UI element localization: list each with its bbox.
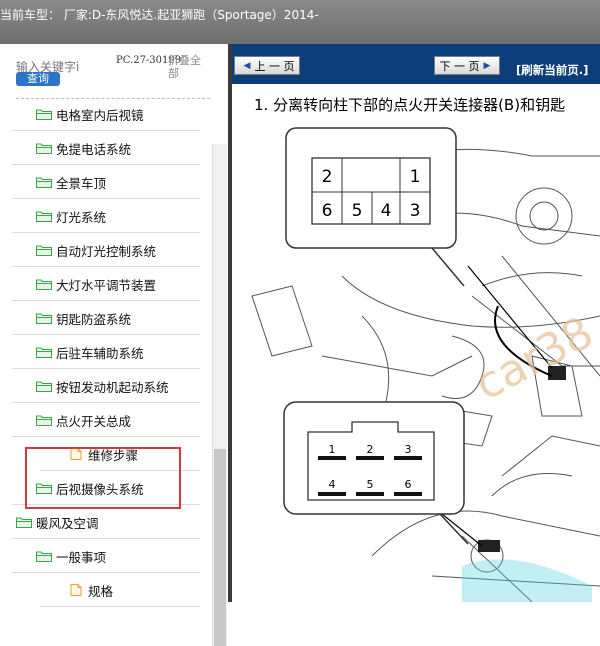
tree-item-label: 大灯水平调节装置 [56,277,157,293]
prev-page-button[interactable]: ◀ 上 一 页 [234,56,300,75]
folder-open-icon [36,245,52,256]
folder-open-icon [36,177,52,188]
search-button[interactable]: 查询 [16,72,60,86]
tree-item[interactable]: 钥匙防盗系统 [12,301,200,335]
folder-open-icon [36,347,52,358]
refresh-page-link[interactable]: [刷新当前页.] [516,62,588,78]
tree-item-label: 点火开关总成 [56,413,132,429]
folder-open-icon [36,313,52,324]
tree-item-label: 全景车顶 [56,175,107,191]
folder-open-icon [36,109,52,120]
tree-item-label: 自动灯光控制系统 [56,243,157,259]
tree-item-label: 一般事项 [56,549,107,565]
tree-item-label: 钥匙防盗系统 [56,311,132,327]
pin-label: 1 [410,167,421,187]
tree-item-label: 暖风及空调 [36,515,99,531]
pin-label: 4 [329,478,336,491]
diagram-figure: car38 2 1 6 5 4 3 1 2 3 4 5 6 [251,127,600,602]
pin-label: 3 [410,201,421,221]
watermark: car38 [467,307,600,411]
pin-label: 5 [367,478,374,491]
document-viewer: ◀ 上 一 页 下 一 页 ▶ [刷新当前页.] 1. 分离转向柱下部的点火开关连接… [232,44,600,602]
pin-label: 4 [381,201,392,221]
pin-label: 3 [405,443,412,456]
arrow-right-icon: ▶ [483,60,491,71]
folder-open-icon [36,415,52,426]
tree-item[interactable]: 暖风及空调 [12,505,200,539]
sidebar: 输入关键字i 查询 PC.27-30199 折叠全部 电格室内后视镜 免提电话系统… [0,44,229,646]
tree-item[interactable]: 电格室内后视镜 [12,97,200,131]
tree-item[interactable]: 按钮发动机起动系统 [12,369,200,403]
arrow-left-icon: ◀ [243,60,251,71]
collapse-all-button[interactable]: 折叠全部 [168,54,208,80]
tree-item[interactable]: 大灯水平调节装置 [12,267,200,301]
viewer-toolbar: ◀ 上 一 页 下 一 页 ▶ [刷新当前页.] [232,44,600,84]
divider [40,606,200,607]
pin-label: 6 [322,201,333,221]
pin-label: 2 [367,443,374,456]
tree-item[interactable]: 后驻车辅助系统 [12,335,200,369]
folder-open-icon [36,381,52,392]
pin-label: 1 [329,443,336,456]
pin-label: 6 [405,478,412,491]
tree-item-label: 按钮发动机起动系统 [56,379,169,395]
highlight-box [25,447,181,509]
tree-item[interactable]: 免提电话系统 [12,131,200,165]
page-icon [70,584,82,596]
folder-open-icon [36,279,52,290]
pin-label: 2 [322,167,333,187]
folder-open-icon [36,143,52,154]
next-page-button[interactable]: 下 一 页 ▶ [434,56,500,75]
scrollbar-thumb[interactable] [214,449,226,646]
folder-open-icon [36,211,52,222]
tree-item-label: 电格室内后视镜 [56,107,144,123]
tree-item[interactable]: 自动灯光控制系统 [12,233,200,267]
tree-item-label: 免提电话系统 [56,141,132,157]
step-text: 1. 分离转向柱下部的点火开关连接器(B)和钥匙 [254,96,566,114]
tree-item-label: 灯光系统 [56,209,107,225]
folder-open-icon [36,551,52,562]
tree-item-label: 后驻车辅助系统 [56,345,144,361]
tree-item[interactable]: 全景车顶 [12,165,200,199]
title-bar: 当前车型： 厂家:D-东风悦达.起亚狮跑（Sportage）2014- [0,0,600,44]
tree-item[interactable]: 一般事项 [12,539,200,573]
tree-item[interactable]: 点火开关总成 [12,403,200,437]
window-title: 当前车型： 厂家:D-东风悦达.起亚狮跑（Sportage）2014- [0,8,319,22]
tree-item-label: 规格 [88,583,114,599]
folder-open-icon [16,517,32,528]
sidebar-scrollbar[interactable] [212,144,227,646]
pin-label: 5 [352,201,363,221]
tree-item[interactable]: 灯光系统 [12,199,200,233]
